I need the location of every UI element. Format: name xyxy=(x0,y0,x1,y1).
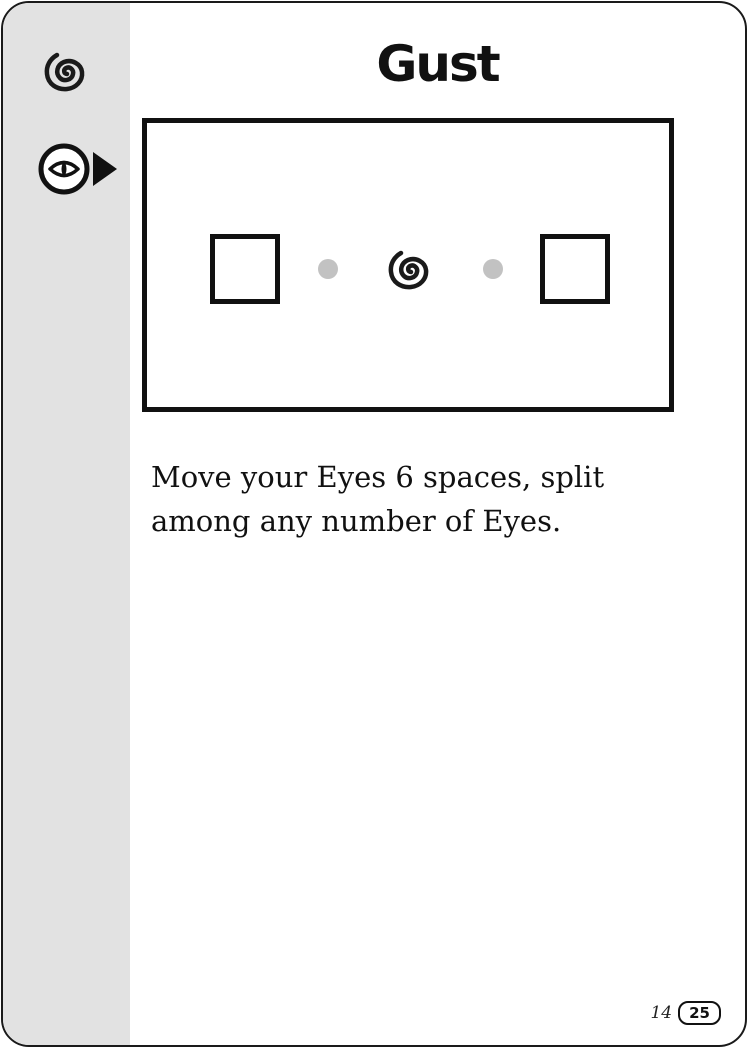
card-footer: 14 25 xyxy=(650,1001,721,1025)
sidebar xyxy=(3,3,130,1045)
page-number: 14 xyxy=(650,1003,673,1023)
space-square-left xyxy=(210,234,280,304)
card-description: Move your Eyes 6 spaces, split among any… xyxy=(151,460,605,538)
card: Gust Move your Eyes 6 spaces, split amon… xyxy=(1,1,747,1047)
spiral-icon xyxy=(44,52,85,92)
path-dot-left xyxy=(318,259,338,279)
spiral-icon xyxy=(388,250,429,290)
eye-move-icon xyxy=(38,143,117,195)
card-title: Gust xyxy=(376,35,500,93)
card-number-badge: 25 xyxy=(678,1001,721,1025)
space-square-right xyxy=(540,234,610,304)
path-dot-right xyxy=(483,259,503,279)
movement-diagram xyxy=(142,118,674,412)
